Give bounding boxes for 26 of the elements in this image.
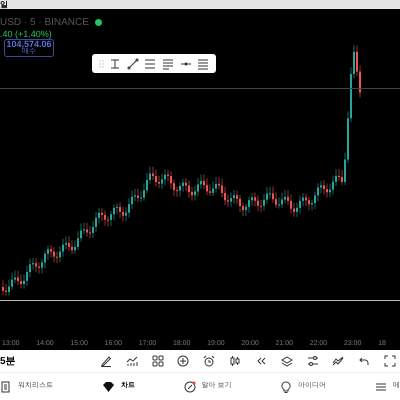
list-icon (0, 380, 12, 392)
layers-icon[interactable] (280, 355, 293, 367)
cross-line-icon[interactable] (109, 58, 122, 70)
trend-compare-icon[interactable] (332, 355, 344, 367)
trend-line-icon[interactable] (126, 58, 139, 70)
candles-icon[interactable] (229, 355, 242, 367)
undo-icon[interactable] (358, 355, 370, 367)
lightbulb-icon (280, 380, 292, 392)
fullscreen-icon[interactable] (384, 355, 396, 367)
header-title: 일 (0, 0, 8, 9)
indicators-icon[interactable] (126, 355, 138, 367)
plus-circle-icon[interactable] (177, 355, 190, 367)
grid-icon[interactable] (152, 355, 164, 367)
menu-icon (374, 380, 387, 392)
rewind-icon[interactable] (254, 355, 267, 367)
compass-icon (184, 380, 196, 392)
sliders-icon[interactable] (306, 355, 318, 367)
diamond-icon (102, 380, 115, 392)
channel-lines-icon[interactable] (162, 58, 174, 70)
alarm-icon[interactable] (203, 355, 216, 367)
interval-button[interactable]: 5분 (0, 354, 100, 368)
price-change: .40 (+1.40%) (0, 28, 52, 40)
drag-handle-icon[interactable] (98, 60, 104, 68)
pencil-icon[interactable] (100, 355, 112, 367)
parallel-lines-icon[interactable] (144, 58, 156, 70)
lines-icon[interactable] (197, 58, 210, 70)
